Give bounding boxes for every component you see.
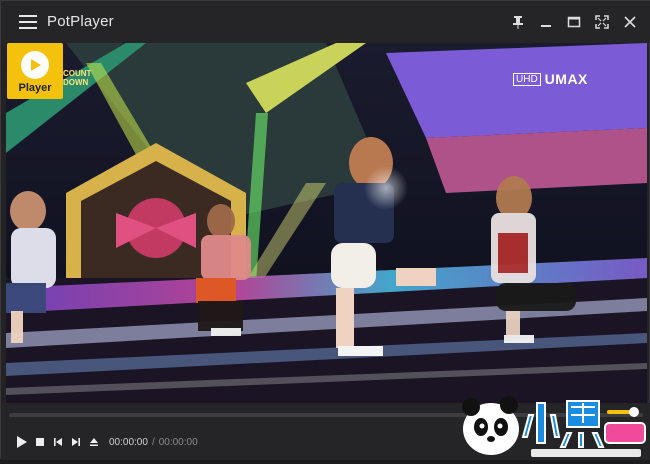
app-title: PotPlayer — [47, 13, 114, 30]
video-scene — [6, 43, 647, 403]
previous-button[interactable] — [49, 433, 67, 451]
maximize-icon — [567, 16, 581, 28]
close-button[interactable] — [617, 9, 643, 35]
next-button[interactable] — [67, 433, 85, 451]
play-icon — [17, 436, 27, 448]
video-frame[interactable] — [6, 43, 647, 403]
next-icon — [72, 438, 80, 446]
fullscreen-button[interactable] — [589, 9, 615, 35]
panda-logo-icon — [462, 396, 646, 457]
minimize-icon — [541, 25, 551, 27]
time-separator: / — [151, 436, 155, 448]
close-icon — [624, 16, 636, 28]
stage-tag-line2: DOWN — [63, 78, 89, 87]
stop-button[interactable] — [31, 433, 49, 451]
total-time: 00:00:00 — [158, 436, 198, 448]
play-button[interactable] — [13, 433, 31, 451]
title-bar[interactable]: PotPlayer — [1, 1, 650, 43]
hamburger-menu-icon[interactable] — [19, 15, 37, 29]
channel-logo: UHD UMAX — [513, 71, 588, 87]
potplayer-logo-badge[interactable]: Player — [7, 43, 63, 99]
play-logo-icon — [21, 51, 49, 79]
channel-box: UHD — [513, 72, 541, 86]
eject-icon — [90, 438, 98, 446]
pin-icon — [513, 16, 523, 29]
previous-icon — [54, 438, 62, 446]
playback-controls: 00:00:00 / 00:00:00 — [13, 433, 198, 451]
window-controls — [505, 9, 643, 37]
channel-name: UMAX — [544, 71, 588, 87]
stage-logo: COUNT DOWN — [63, 69, 91, 87]
current-time: 00:00:00 — [109, 436, 148, 448]
stage-tag-line1: COUNT — [63, 69, 92, 78]
player-window: PotPlayer Player COUNT DOWN UHD UMAX 00:… — [0, 0, 650, 460]
pin-button[interactable] — [505, 9, 531, 35]
stop-icon — [36, 438, 44, 446]
logo-label: Player — [18, 82, 52, 94]
site-watermark-logo — [459, 393, 649, 459]
maximize-button[interactable] — [561, 9, 587, 35]
eject-button[interactable] — [85, 433, 103, 451]
minimize-button[interactable] — [533, 9, 559, 35]
fullscreen-icon — [595, 15, 609, 29]
